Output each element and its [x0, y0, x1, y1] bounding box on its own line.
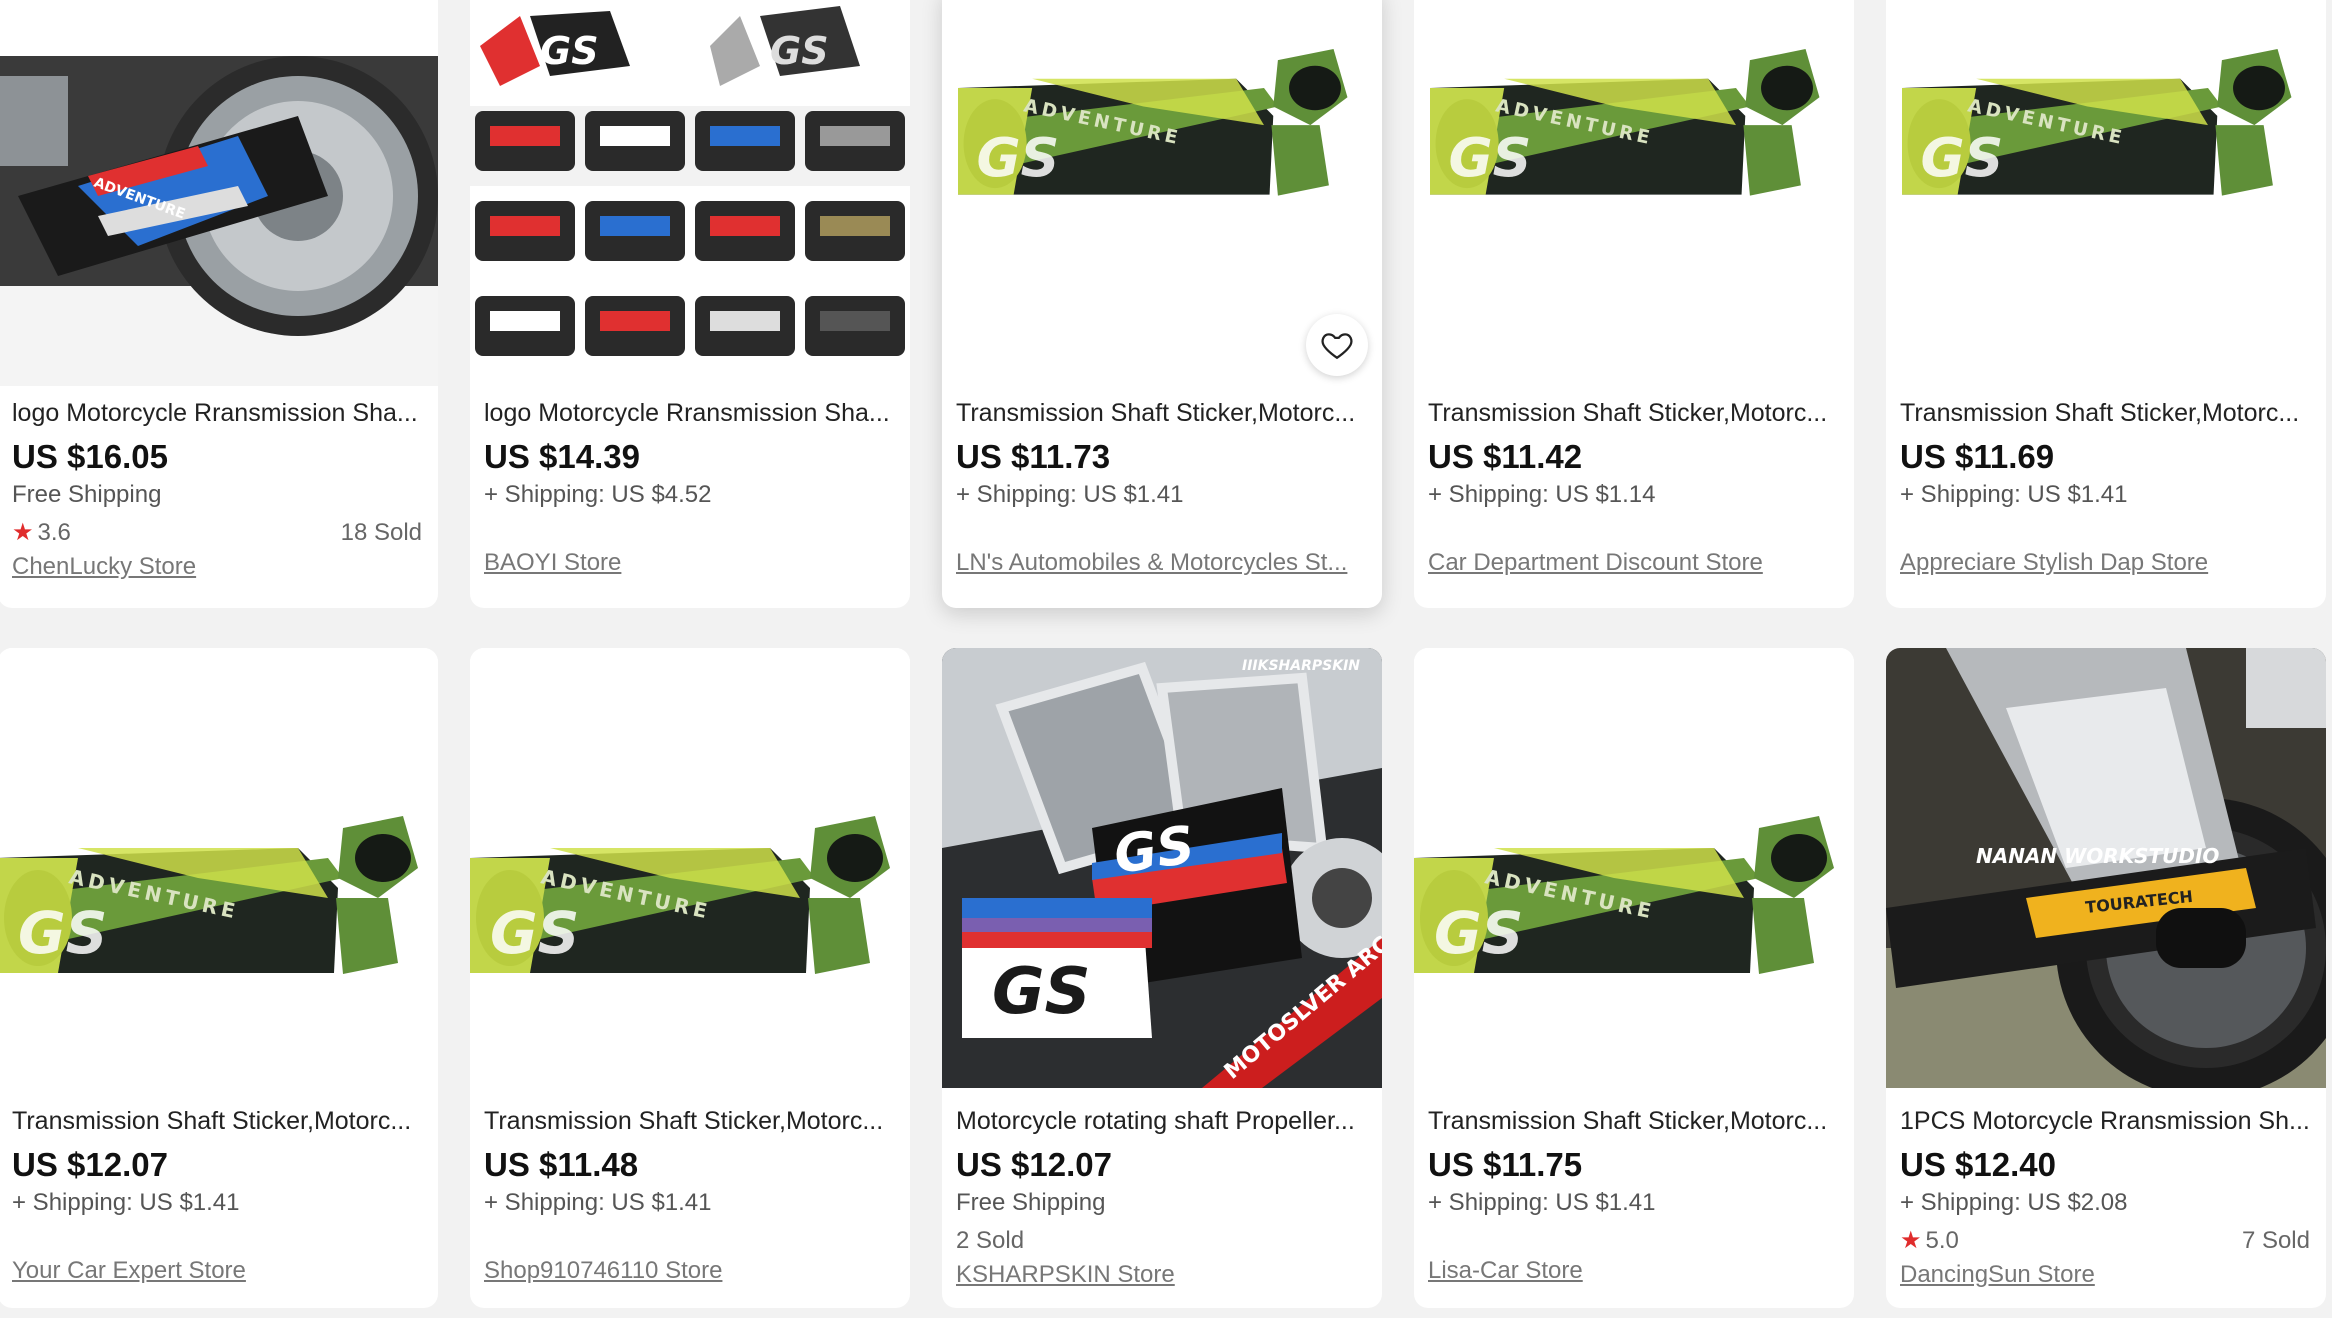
store-link[interactable]: Car Department Discount Store	[1428, 548, 1838, 578]
shipping-info: + Shipping: US $1.14	[1428, 481, 1656, 508]
wishlist-button[interactable]	[1306, 314, 1368, 376]
product-price: US $11.48	[484, 1146, 639, 1183]
store-link[interactable]: DancingSun Store	[1900, 1260, 2310, 1290]
product-price: US $14.39	[484, 438, 640, 475]
product-price: US $11.69	[1900, 438, 2055, 475]
store-link[interactable]: Lisa-Car Store	[1428, 1256, 1838, 1286]
product-card[interactable]: Transmission Shaft Sticker,Motorc... US …	[0, 648, 438, 1308]
rating-value: 3.6	[37, 519, 71, 546]
product-card[interactable]: GS GS MOTOSLVER ARC IIIKSHARPSKIN Motorc…	[942, 648, 1382, 1308]
svg-text:NANAN WORKSTUDIO: NANAN WORKSTUDIO	[1976, 844, 2219, 868]
product-image[interactable]	[1886, 0, 2326, 394]
product-card[interactable]: TOURATECH NANAN WORKSTUDIO 1PCS Motorcyc…	[1886, 648, 2326, 1308]
shipping-info: Free Shipping	[956, 1189, 1106, 1216]
product-card[interactable]: Transmission Shaft Sticker,Motorc... US …	[470, 648, 910, 1308]
star-icon: ★	[12, 519, 34, 546]
svg-text:GS: GS	[770, 29, 829, 73]
product-meta: 2 Sold	[956, 1226, 1366, 1256]
product-price: US $12.07	[956, 1146, 1112, 1183]
heart-icon	[1321, 333, 1353, 360]
product-price: US $12.40	[1900, 1146, 2056, 1183]
product-card[interactable]: GS GS logo Motorcycle Rransmission Sha..…	[470, 0, 910, 608]
product-title[interactable]: Transmission Shaft Sticker,Motorc...	[956, 398, 1366, 428]
product-title[interactable]: Motorcycle rotating shaft Propeller...	[956, 1106, 1366, 1136]
shipping-info: Free Shipping	[12, 481, 162, 508]
product-image[interactable]	[470, 648, 910, 1088]
svg-text:GS: GS	[992, 955, 1091, 1029]
product-title[interactable]: logo Motorcycle Rransmission Sha...	[12, 398, 422, 428]
svg-text:GS: GS	[1110, 815, 1198, 886]
product-image[interactable]: GS GS	[470, 0, 910, 394]
store-link[interactable]: ChenLucky Store	[12, 552, 422, 582]
product-card[interactable]: Transmission Shaft Sticker,Motorc... US …	[1886, 0, 2326, 608]
shipping-info: + Shipping: US $4.52	[484, 481, 712, 508]
shipping-info: + Shipping: US $1.41	[1900, 481, 2128, 508]
product-image[interactable]	[942, 0, 1382, 394]
shipping-info: + Shipping: US $1.41	[12, 1189, 240, 1216]
product-title[interactable]: Transmission Shaft Sticker,Motorc...	[1428, 1106, 1838, 1136]
product-title[interactable]: Transmission Shaft Sticker,Motorc...	[484, 1106, 894, 1136]
shipping-info: + Shipping: US $1.41	[956, 481, 1184, 508]
product-price: US $11.73	[956, 438, 1111, 475]
product-price: US $16.05	[12, 438, 168, 475]
shipping-info: + Shipping: US $2.08	[1900, 1189, 2128, 1216]
product-price: US $12.07	[12, 1146, 168, 1183]
product-title[interactable]: Transmission Shaft Sticker,Motorc...	[1900, 398, 2310, 428]
store-link[interactable]: KSHARPSKIN Store	[956, 1260, 1366, 1290]
product-meta: ★ 3.6 18 Sold	[12, 518, 422, 548]
shipping-info: + Shipping: US $1.41	[1428, 1189, 1656, 1216]
store-link[interactable]: BAOYI Store	[484, 548, 894, 578]
sold-count: 2 Sold	[956, 1227, 1025, 1254]
star-icon: ★	[1900, 1227, 1922, 1254]
product-image[interactable]: TOURATECH NANAN WORKSTUDIO	[1886, 648, 2326, 1088]
product-image[interactable]	[0, 648, 438, 1088]
product-card[interactable]: ADVENTURE logo Motorcycle Rransmission S…	[0, 0, 438, 608]
product-title[interactable]: Transmission Shaft Sticker,Motorc...	[1428, 398, 1838, 428]
product-title[interactable]: Transmission Shaft Sticker,Motorc...	[12, 1106, 422, 1136]
product-title[interactable]: logo Motorcycle Rransmission Sha...	[484, 398, 894, 428]
svg-text:GS: GS	[540, 29, 599, 73]
store-link[interactable]: Appreciare Stylish Dap Store	[1900, 548, 2310, 578]
store-link[interactable]: Shop910746110 Store	[484, 1256, 894, 1286]
store-link[interactable]: LN's Automobiles & Motorcycles St...	[956, 548, 1366, 578]
watermark-text: IIIKSHARPSKIN	[1242, 658, 1360, 674]
product-image[interactable]: ADVENTURE	[0, 0, 438, 394]
product-image[interactable]	[1414, 648, 1854, 1088]
rating-value: 5.0	[1925, 1227, 1959, 1254]
sold-count: 7 Sold	[2241, 1227, 2310, 1254]
store-link[interactable]: Your Car Expert Store	[12, 1256, 422, 1286]
product-title[interactable]: 1PCS Motorcycle Rransmission Sh...	[1900, 1106, 2310, 1136]
product-card[interactable]: Transmission Shaft Sticker,Motorc... US …	[1414, 648, 1854, 1308]
product-image[interactable]: GS GS MOTOSLVER ARC IIIKSHARPSKIN	[942, 648, 1382, 1088]
product-price: US $11.75	[1428, 1146, 1583, 1183]
rating: ★ 5.0	[1900, 1226, 1959, 1256]
rating: ★ 3.6	[12, 518, 71, 548]
shipping-info: + Shipping: US $1.41	[484, 1189, 712, 1216]
product-card[interactable]: Transmission Shaft Sticker,Motorc... US …	[1414, 0, 1854, 608]
product-meta: ★ 5.0 7 Sold	[1900, 1226, 2310, 1256]
sold-count: 18 Sold	[340, 519, 422, 546]
product-card[interactable]: Transmission Shaft Sticker,Motorc... US …	[942, 0, 1382, 608]
product-price: US $11.42	[1428, 438, 1583, 475]
product-image[interactable]	[1414, 0, 1854, 394]
